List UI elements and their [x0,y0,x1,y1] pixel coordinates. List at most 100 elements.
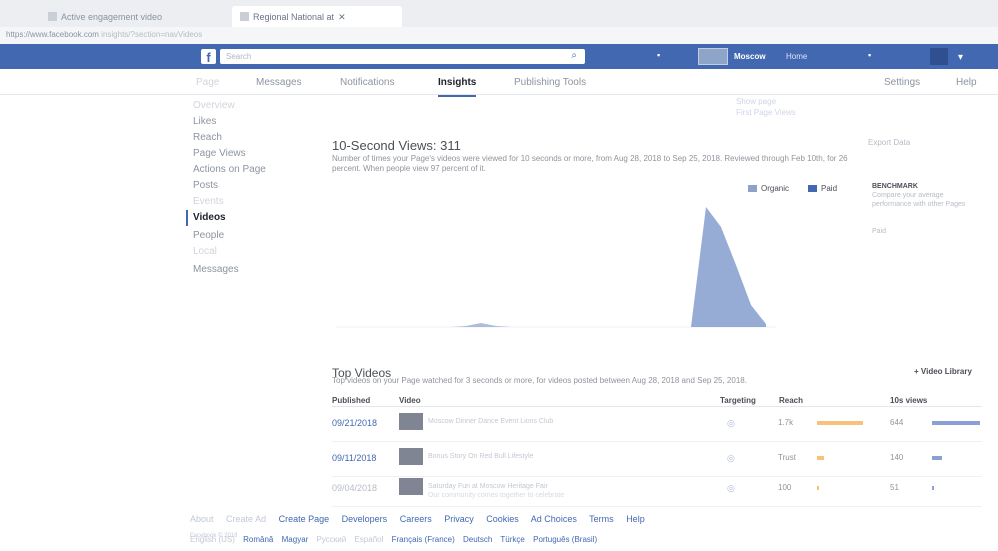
facebook-logo-icon[interactable]: f [201,49,216,65]
footer-link-create-ad[interactable]: Create Ad [226,514,266,524]
sidebar-item-people[interactable]: People [193,230,224,241]
language-link[interactable]: Русский [317,535,347,544]
language-link[interactable]: Română [243,535,273,544]
table-row[interactable]: 09/11/2018 Bonus Story On Red Bull Lifes… [332,443,982,477]
col-reach[interactable]: Reach [779,396,803,405]
footer-link-developers[interactable]: Developers [342,514,388,524]
views-bar [932,421,980,425]
settings-link[interactable]: Settings [884,77,920,88]
sidebar-item-actions[interactable]: Actions on Page [193,164,266,175]
views-area-chart [336,207,776,328]
sidebar-item-posts[interactable]: Posts [193,180,218,191]
targeting-icon: ◎ [727,453,735,463]
tab-messages[interactable]: Messages [256,77,302,88]
views-bar [932,456,943,460]
sidebar-item-local[interactable]: Local [193,246,217,257]
video-library-link[interactable]: + Video Library [914,367,972,376]
col-views[interactable]: 10s views [890,396,927,405]
search-input[interactable]: Search ⌕ [220,49,585,64]
published-date[interactable]: 09/21/2018 [332,418,377,428]
language-links: English (US) Română Magyar Русский Españ… [190,535,603,544]
search-icon[interactable]: ⌕ [571,50,577,61]
footer-link-create-page[interactable]: Create Page [279,514,330,524]
reach-value: 100 [778,483,792,492]
address-bar[interactable]: https://www.facebook.com insights/?secti… [0,27,998,44]
avatar[interactable] [698,48,728,65]
views-value: 51 [890,483,899,492]
benchmark-panel: BENCHMARK Compare your average performan… [872,182,982,236]
tab-page[interactable]: Page [196,77,219,88]
legend-item-organic[interactable]: Organic [748,184,789,193]
tab-notifications[interactable]: Notifications [340,77,394,88]
favicon-icon [240,12,249,21]
browser-tab-active[interactable]: Regional National at ✕ [232,6,402,27]
language-link[interactable]: English (US) [190,535,235,544]
notifications-icon[interactable]: ▪ [868,50,871,60]
reach-value: Trust [778,453,796,462]
published-date[interactable]: 09/11/2018 [332,453,376,463]
footer-link-about[interactable]: About [190,514,214,524]
browser-tab[interactable]: Active engagement video [40,6,220,27]
sidebar-item-overview[interactable]: Overview [193,100,235,111]
published-date[interactable]: 09/04/2018 [332,483,377,493]
language-link[interactable]: Français (France) [392,535,455,544]
sidebar-item-messages[interactable]: Messages [193,264,239,275]
video-thumbnail[interactable] [399,448,423,465]
browser-tab-bar: Active engagement video Regional Nationa… [0,0,998,27]
reach-bar [817,456,824,460]
divider [332,406,982,407]
friend-requests-icon[interactable]: ▪ [657,50,660,60]
table-row[interactable]: 09/04/2018 Saturday Fun at Moscow Herita… [332,473,982,507]
col-targeting: Targeting [720,396,756,405]
page-nav: Page Messages Notifications Insights Pub… [0,69,998,97]
help-link[interactable]: Help [956,77,977,88]
tooltip-line: First Page Views [736,108,796,117]
language-link[interactable]: Magyar [282,535,309,544]
footer-link-careers[interactable]: Careers [400,514,432,524]
language-link[interactable]: Türkçe [500,535,524,544]
account-icon[interactable] [930,48,948,65]
video-thumbnail[interactable] [399,413,423,430]
language-link[interactable]: Deutsch [463,535,492,544]
facebook-top-bar: f Search ⌕ ▪ Moscow Home ▪ ▾ [0,44,998,69]
benchmark-title: BENCHMARK [872,183,918,190]
tab-publishing-tools[interactable]: Publishing Tools [514,77,586,88]
footer-link-help[interactable]: Help [626,514,645,524]
language-link[interactable]: Português (Brasil) [533,535,597,544]
video-title[interactable]: Saturday Fun at Moscow Heritage Fair [428,483,548,490]
close-icon[interactable]: ✕ [338,12,346,22]
export-button[interactable]: Export Data [868,138,910,147]
footer-link-cookies[interactable]: Cookies [486,514,519,524]
favicon-icon [48,12,57,21]
page-name[interactable]: Moscow [734,52,766,61]
chart-title: 10-Second Views: 311 [332,138,461,153]
reach-bar [817,486,819,490]
home-link[interactable]: Home [786,52,807,61]
legend-swatch [748,185,757,192]
sidebar-item-videos[interactable]: Videos [193,212,226,223]
series-area-paid[interactable] [346,207,766,327]
col-published[interactable]: Published [332,396,370,405]
url-text[interactable]: https://www.facebook.com insights/?secti… [6,30,202,39]
video-thumbnail[interactable] [399,478,423,495]
video-title[interactable]: Bonus Story On Red Bull Lifestyle [428,453,533,460]
sidebar-item-likes[interactable]: Likes [193,116,216,127]
table-row[interactable]: 09/21/2018 Moscow Dinner Dance Event Lio… [332,408,982,442]
tab-insights[interactable]: Insights [438,77,477,97]
targeting-icon: ◎ [727,483,735,493]
benchmark-text: Compare your average performance with ot… [872,192,966,208]
footer-link-terms[interactable]: Terms [589,514,614,524]
footer-link-ad-choices[interactable]: Ad Choices [531,514,577,524]
selected-indicator [186,210,188,226]
reach-bar [817,421,863,425]
sidebar-item-events[interactable]: Events [193,196,224,207]
sidebar-item-page-views[interactable]: Page Views [193,148,246,159]
sidebar-item-reach[interactable]: Reach [193,132,222,143]
chart-description: Number of times your Page's videos were … [332,154,848,173]
language-link[interactable]: Español [354,535,383,544]
footer-link-privacy[interactable]: Privacy [444,514,474,524]
chevron-down-icon[interactable]: ▾ [958,52,963,63]
video-title[interactable]: Moscow Dinner Dance Event Lions Club [428,418,553,425]
benchmark-link[interactable]: Paid [872,228,886,235]
legend-item-paid[interactable]: Paid [808,184,837,193]
